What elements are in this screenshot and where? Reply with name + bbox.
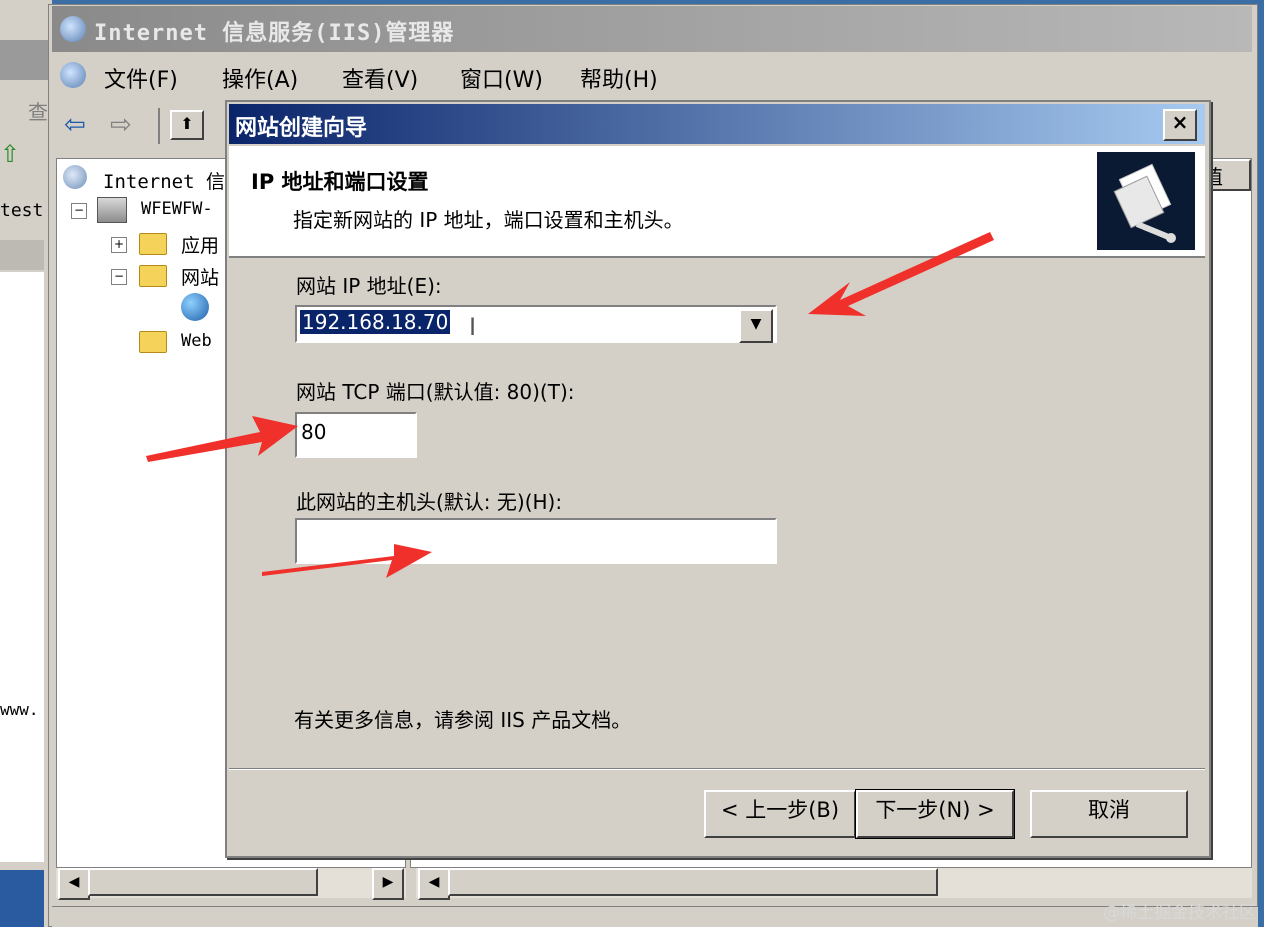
folder-icon — [139, 265, 167, 287]
toolbar-divider — [158, 108, 160, 144]
back-button[interactable]: < 上一步(B) — [704, 790, 856, 838]
wizard-step-title: IP 地址和端口设置 — [251, 170, 429, 194]
toolbar: ⇦ ⇨ ⬆ — [52, 100, 232, 152]
website-globe-icon[interactable] — [181, 293, 209, 321]
window-title: Internet 信息服务(IIS)管理器 — [94, 21, 455, 46]
wizard-step-subtitle: 指定新网站的 IP 地址，端口设置和主机头。 — [293, 208, 684, 232]
dropdown-arrow-icon[interactable]: ▼ — [739, 309, 773, 343]
text-cursor-icon: I — [469, 313, 477, 341]
folder-icon — [139, 233, 167, 255]
dialog-titlebar: 网站创建向导 × — [229, 104, 1205, 144]
detail-horizontal-scrollbar[interactable]: ◀ — [416, 868, 1252, 900]
ip-address-label: 网站 IP 地址(E): — [296, 274, 442, 298]
tree-root-label[interactable]: Internet 信 — [103, 167, 225, 194]
background-header — [0, 240, 44, 270]
tree-web-ext-label[interactable]: Web — [181, 331, 212, 351]
folder-icon — [139, 331, 167, 353]
wizard-book-icon — [1097, 152, 1195, 250]
expand-icon[interactable]: + — [111, 237, 127, 253]
tree-server-label[interactable]: WFEWFW- — [141, 199, 213, 219]
background-window-titlebar — [0, 40, 52, 80]
close-button[interactable]: × — [1163, 109, 1197, 141]
mmc-system-icon[interactable] — [60, 62, 86, 88]
tree-horizontal-scrollbar[interactable]: ◀ ▶ — [56, 868, 406, 900]
scrollbar-thumb[interactable] — [448, 868, 938, 896]
wizard-header: IP 地址和端口设置 指定新网站的 IP 地址，端口设置和主机头。 — [229, 146, 1205, 258]
background-url-fragment: www. — [0, 700, 39, 719]
server-icon — [97, 197, 127, 223]
menu-file[interactable]: 文件(F) — [104, 62, 178, 94]
ip-address-value[interactable]: 192.168.18.70 — [300, 310, 451, 334]
host-header-input[interactable] — [295, 518, 777, 564]
iis-app-icon — [60, 16, 86, 42]
status-bar — [52, 906, 1258, 927]
background-window: 查 ⇧ test www. — [0, 0, 52, 927]
tcp-port-label: 网站 TCP 端口(默认值: 80)(T): — [296, 380, 575, 404]
background-tab-fragment: test — [0, 200, 44, 221]
next-button[interactable]: 下一步(N) > — [855, 789, 1015, 839]
tree-websites-label[interactable]: 网站 — [181, 263, 219, 290]
ip-address-combobox[interactable]: 192.168.18.70 I ▼ — [295, 305, 777, 343]
back-arrow-icon[interactable]: ⇦ — [64, 110, 86, 140]
scroll-left-icon[interactable]: ◀ — [418, 868, 450, 900]
scrollbar-thumb[interactable] — [88, 868, 318, 896]
iis-root-icon — [63, 165, 87, 189]
forward-arrow-icon[interactable]: ⇨ — [110, 110, 132, 140]
refresh-icon[interactable]: ⇧ — [0, 140, 40, 180]
background-menu-fragment: 查 — [28, 100, 48, 124]
scroll-right-icon[interactable]: ▶ — [372, 868, 404, 900]
iis-manager-titlebar: Internet 信息服务(IIS)管理器 — [52, 6, 1252, 52]
host-header-label: 此网站的主机头(默认: 无)(H): — [296, 490, 563, 514]
cancel-button[interactable]: 取消 — [1030, 790, 1188, 838]
taskbar-fragment — [0, 870, 44, 927]
button-separator — [229, 768, 1205, 770]
tree-app-pools-label[interactable]: 应用 — [181, 231, 219, 258]
scroll-left-icon[interactable]: ◀ — [58, 868, 90, 900]
menu-help[interactable]: 帮助(H) — [580, 62, 658, 94]
collapse-icon[interactable]: − — [111, 269, 127, 285]
tcp-port-value: 80 — [301, 420, 327, 444]
dialog-title: 网站创建向导 — [235, 116, 368, 141]
menu-window[interactable]: 窗口(W) — [460, 62, 543, 94]
menu-view[interactable]: 查看(V) — [342, 62, 418, 94]
more-info-text: 有关更多信息，请参阅 IIS 产品文档。 — [294, 708, 632, 732]
watermark: @稀土掘金技术社区 — [1103, 903, 1256, 923]
up-folder-icon[interactable]: ⬆ — [170, 110, 204, 140]
collapse-icon[interactable]: − — [71, 203, 87, 219]
background-content — [0, 272, 44, 862]
menu-action[interactable]: 操作(A) — [222, 62, 298, 94]
tcp-port-input[interactable]: 80 — [295, 412, 417, 458]
menu-bar: 文件(F) 操作(A) 查看(V) 窗口(W) 帮助(H) — [52, 54, 1252, 98]
